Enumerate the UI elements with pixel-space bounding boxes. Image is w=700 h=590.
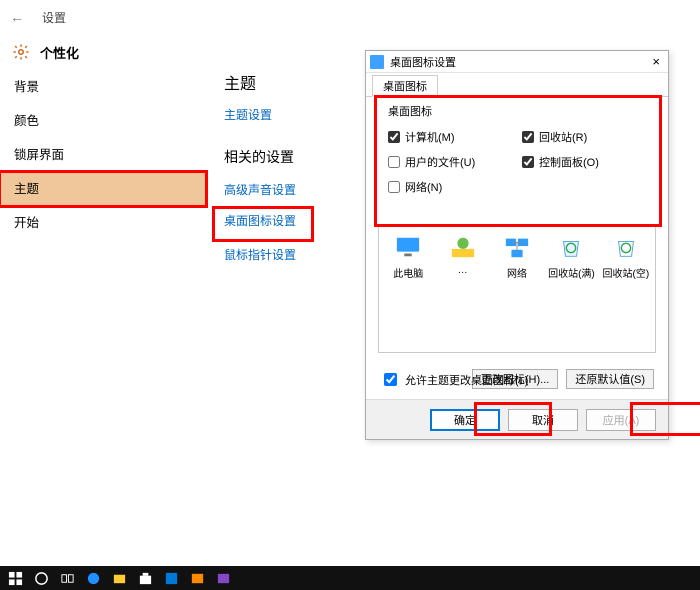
check-userfiles[interactable]: 用户的文件(U) [388, 154, 514, 170]
icon-network[interactable]: 网络 [492, 232, 542, 280]
cancel-button[interactable]: 取消 [508, 409, 578, 431]
edge-icon[interactable] [80, 566, 106, 590]
sidebar-item-lockscreen[interactable]: 锁屏界面 [0, 138, 210, 172]
sidebar: 背景 颜色 锁屏界面 主题 开始 [0, 70, 210, 240]
sidebar-item-themes[interactable]: 主题 [0, 172, 206, 206]
icon-network-label: 网络 [507, 269, 527, 280]
check-computer[interactable]: 计算机(M) [388, 129, 514, 145]
settings-icon[interactable] [158, 566, 184, 590]
icon-recycle-empty[interactable]: 回收站(空) [601, 232, 651, 280]
allow-theme-checkbox-box[interactable] [384, 373, 397, 386]
check-network-label: 网络(N) [405, 179, 442, 195]
icon-user-label: … [458, 265, 468, 276]
icon-recycle-full[interactable]: 回收站(满) [546, 232, 596, 280]
check-userfiles-box[interactable] [388, 156, 400, 168]
page-title: 个性化 [40, 43, 79, 62]
app-icon[interactable] [210, 566, 236, 590]
icon-preview-list: 此电脑 … 网络 回收站(满) 回收站(空) [378, 225, 656, 353]
allow-theme-label: 允许主题更改桌面图标(L) [405, 372, 528, 388]
check-recyclebin[interactable]: 回收站(R) [522, 129, 648, 145]
taskbar [0, 566, 700, 590]
dialog-body: 桌面图标 计算机(M) 回收站(R) 用户的文件(U) 控制面板(O) 网络(N… [366, 97, 668, 399]
link-desktop-icon-settings[interactable]: 桌面图标设置 [224, 212, 310, 229]
check-userfiles-label: 用户的文件(U) [405, 154, 475, 170]
dialog-title: 桌面图标设置 [390, 54, 456, 70]
explorer-icon[interactable] [106, 566, 132, 590]
sidebar-item-colors[interactable]: 颜色 [0, 104, 210, 138]
settings-header: ← 设置 [0, 0, 700, 34]
cortana-icon[interactable] [28, 566, 54, 590]
link-mouse-pointer[interactable]: 鼠标指针设置 [224, 246, 360, 263]
check-controlpanel[interactable]: 控制面板(O) [522, 154, 648, 170]
sidebar-item-start[interactable]: 开始 [0, 206, 210, 240]
start-icon[interactable] [2, 566, 28, 590]
photos-icon[interactable] [184, 566, 210, 590]
check-computer-box[interactable] [388, 131, 400, 143]
main-column: 主题 主题设置 相关的设置 高级声音设置 桌面图标设置 鼠标指针设置 [220, 70, 360, 287]
icon-recycle-empty-label: 回收站(空) [602, 269, 649, 280]
dialog-app-icon [370, 55, 384, 69]
check-computer-label: 计算机(M) [405, 129, 455, 145]
heading-related: 相关的设置 [224, 147, 360, 167]
check-recyclebin-label: 回收站(R) [539, 129, 587, 145]
link-theme-settings[interactable]: 主题设置 [224, 106, 360, 123]
restore-defaults-button[interactable]: 还原默认值(S) [566, 369, 654, 389]
apply-button[interactable]: 应用(A) [586, 409, 656, 431]
desktop-icons-checkbox-group: 计算机(M) 回收站(R) 用户的文件(U) 控制面板(O) 网络(N) [378, 115, 656, 207]
sidebar-item-background[interactable]: 背景 [0, 70, 210, 104]
icon-this-pc[interactable]: 此电脑 [383, 232, 433, 280]
back-icon[interactable]: ← [10, 9, 24, 25]
ok-button[interactable]: 确定 [430, 409, 500, 431]
desktop-icon-settings-dialog: 桌面图标设置 × 桌面图标 桌面图标 计算机(M) 回收站(R) 用户的文件(U… [365, 50, 669, 440]
taskview-icon[interactable] [54, 566, 80, 590]
dialog-actions: 确定 取消 应用(A) [366, 399, 668, 439]
dialog-tabstrip: 桌面图标 [366, 73, 668, 97]
check-network-box[interactable] [388, 181, 400, 193]
dialog-titlebar: 桌面图标设置 × [366, 51, 668, 73]
icon-recycle-full-label: 回收站(满) [548, 269, 595, 280]
close-icon[interactable]: × [648, 54, 664, 69]
settings-label: 设置 [42, 9, 66, 26]
check-controlpanel-box[interactable] [522, 156, 534, 168]
allow-theme-checkbox[interactable]: 允许主题更改桌面图标(L) [380, 370, 528, 389]
check-controlpanel-label: 控制面板(O) [539, 154, 599, 170]
icon-user[interactable]: … [437, 232, 487, 276]
tab-desktop-icons[interactable]: 桌面图标 [372, 75, 438, 97]
icon-this-pc-label: 此电脑 [393, 269, 423, 280]
heading-theme: 主题 [224, 70, 360, 94]
check-recyclebin-box[interactable] [522, 131, 534, 143]
link-advanced-sound[interactable]: 高级声音设置 [224, 181, 360, 198]
check-network[interactable]: 网络(N) [388, 179, 514, 195]
store-icon[interactable] [132, 566, 158, 590]
gear-icon [12, 43, 30, 61]
